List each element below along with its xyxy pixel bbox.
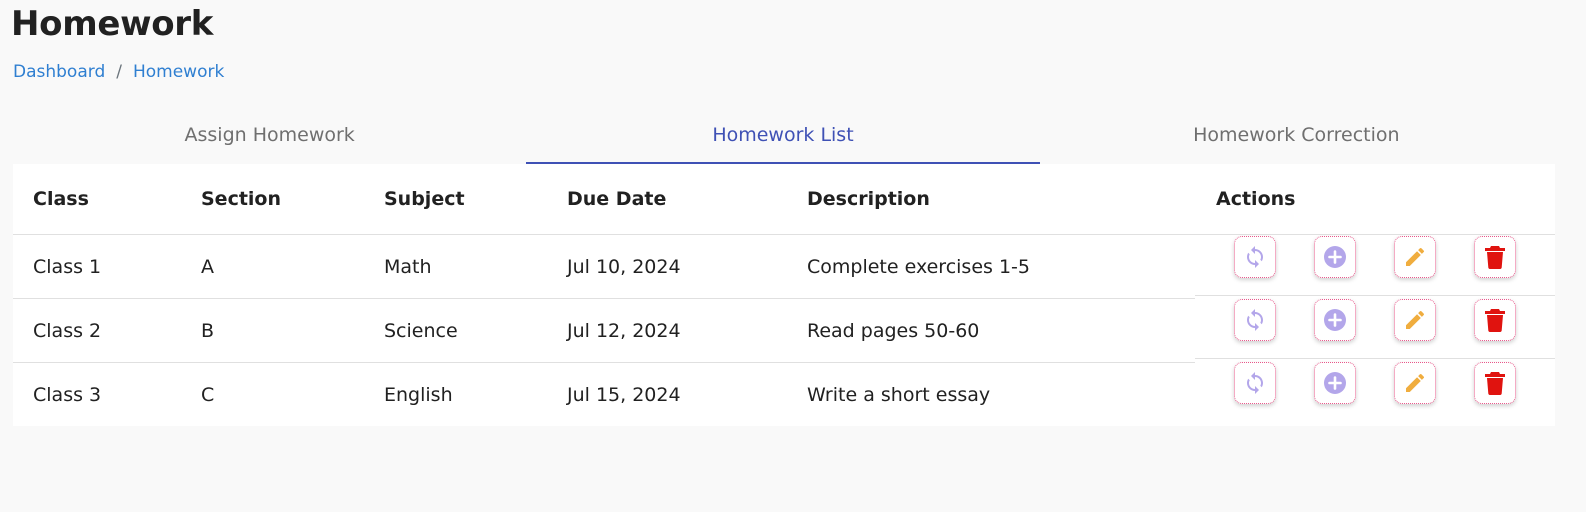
table-header-row: Class Section Subject Due Date Descripti… bbox=[13, 164, 1555, 235]
table-row: Class 2 B Science Jul 12, 2024 Read page… bbox=[13, 299, 1195, 363]
cell-subject: Science bbox=[384, 319, 458, 342]
cell-due-date: Jul 10, 2024 bbox=[567, 255, 681, 278]
delete-button[interactable] bbox=[1474, 362, 1516, 404]
homework-page: Homework Dashboard / Homework Assign Hom… bbox=[0, 0, 1586, 512]
refresh-button[interactable] bbox=[1234, 299, 1276, 341]
column-header-description[interactable]: Description bbox=[807, 188, 930, 210]
row-actions bbox=[1195, 235, 1555, 296]
edit-button[interactable] bbox=[1394, 299, 1436, 341]
column-header-subject[interactable]: Subject bbox=[384, 188, 465, 210]
cell-class: Class 3 bbox=[33, 383, 102, 406]
tab-bar: Assign Homework Homework List Homework C… bbox=[13, 112, 1553, 164]
tab-assign-homework[interactable]: Assign Homework bbox=[13, 112, 526, 164]
table-row: Class 1 A Math Jul 10, 2024 Complete exe… bbox=[13, 235, 1195, 299]
add-circle-icon bbox=[1324, 309, 1346, 331]
breadcrumb: Dashboard / Homework bbox=[13, 62, 224, 82]
cell-description: Read pages 50-60 bbox=[807, 319, 980, 342]
column-header-actions: Actions bbox=[1216, 188, 1296, 210]
cell-description: Write a short essay bbox=[807, 383, 991, 406]
refresh-icon bbox=[1247, 246, 1263, 268]
trash-icon bbox=[1485, 372, 1505, 395]
refresh-icon bbox=[1247, 309, 1263, 331]
cell-class: Class 1 bbox=[33, 255, 102, 278]
add-circle-icon bbox=[1324, 372, 1346, 394]
add-button[interactable] bbox=[1314, 236, 1356, 278]
pencil-icon bbox=[1406, 373, 1425, 392]
cell-subject: Math bbox=[384, 255, 432, 278]
homework-table: Class Section Subject Due Date Descripti… bbox=[13, 164, 1555, 426]
edit-button[interactable] bbox=[1394, 362, 1436, 404]
column-header-class[interactable]: Class bbox=[33, 188, 89, 210]
cell-section: A bbox=[201, 255, 214, 278]
tab-homework-list[interactable]: Homework List bbox=[526, 112, 1040, 164]
delete-button[interactable] bbox=[1474, 299, 1516, 341]
cell-section: B bbox=[201, 319, 215, 342]
column-header-section[interactable]: Section bbox=[201, 188, 281, 210]
add-button[interactable] bbox=[1314, 362, 1356, 404]
cell-description: Complete exercises 1-5 bbox=[807, 255, 1030, 278]
trash-icon bbox=[1485, 246, 1505, 269]
trash-icon bbox=[1485, 309, 1505, 332]
cell-due-date: Jul 15, 2024 bbox=[567, 383, 681, 406]
column-header-due-date[interactable]: Due Date bbox=[567, 188, 666, 210]
edit-button[interactable] bbox=[1394, 236, 1436, 278]
refresh-button[interactable] bbox=[1234, 236, 1276, 278]
breadcrumb-separator: / bbox=[116, 62, 122, 82]
cell-due-date: Jul 12, 2024 bbox=[567, 319, 681, 342]
cell-class: Class 2 bbox=[33, 319, 102, 342]
pencil-icon bbox=[1406, 310, 1425, 329]
add-button[interactable] bbox=[1314, 299, 1356, 341]
row-actions bbox=[1195, 361, 1555, 421]
cell-section: C bbox=[201, 383, 215, 406]
refresh-button[interactable] bbox=[1234, 362, 1276, 404]
tab-homework-correction[interactable]: Homework Correction bbox=[1040, 112, 1553, 164]
breadcrumb-homework-link[interactable]: Homework bbox=[133, 62, 224, 82]
pencil-icon bbox=[1406, 247, 1425, 266]
delete-button[interactable] bbox=[1474, 236, 1516, 278]
table-row: Class 3 C English Jul 15, 2024 Write a s… bbox=[13, 363, 1195, 426]
breadcrumb-dashboard-link[interactable]: Dashboard bbox=[13, 62, 105, 82]
row-actions bbox=[1195, 298, 1555, 359]
page-title: Homework bbox=[11, 4, 214, 44]
cell-subject: English bbox=[384, 383, 453, 406]
add-circle-icon bbox=[1324, 246, 1346, 268]
refresh-icon bbox=[1247, 372, 1263, 394]
